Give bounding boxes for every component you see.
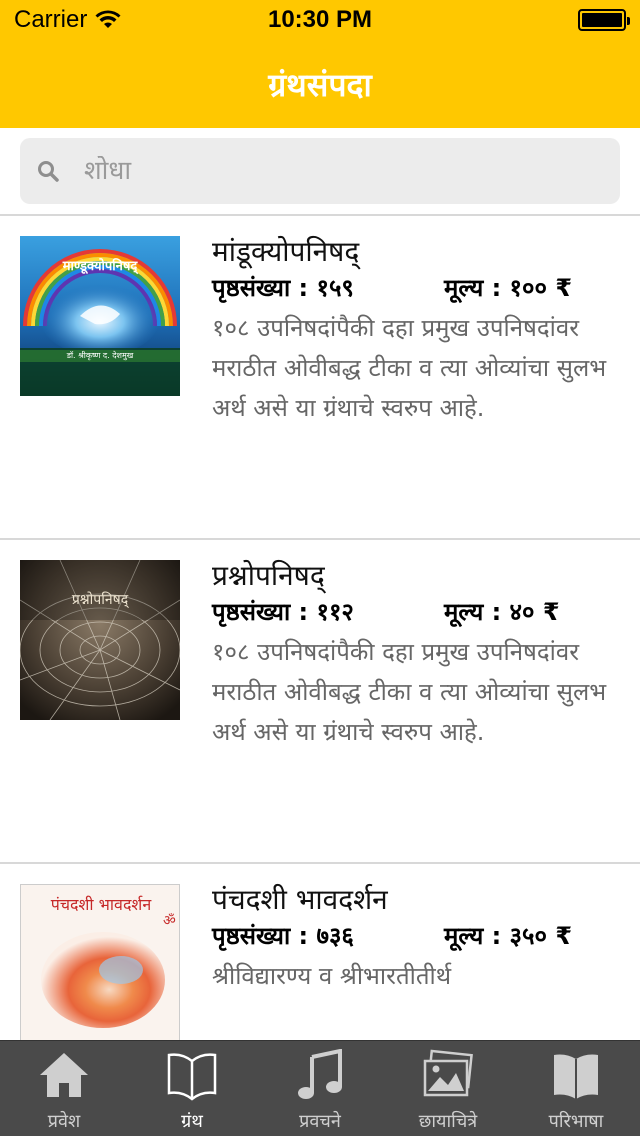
- music-note-icon: [298, 1049, 342, 1099]
- search-area: [0, 128, 640, 216]
- page-title: ग्रंथसंपदा: [268, 65, 372, 104]
- status-time: 10:30 PM: [267, 6, 373, 33]
- tab-home[interactable]: प्रवेश: [0, 1041, 128, 1136]
- book-meta: पृष्ठसंख्या : ११२ मूल्य : ४० ₹: [212, 596, 622, 628]
- battery-icon: [578, 9, 630, 31]
- book-price: मूल्य : ४० ₹: [444, 598, 560, 626]
- book-page-count: पृष्ठसंख्या : ७३६: [212, 922, 354, 950]
- photos-icon: [423, 1049, 473, 1097]
- tab-label: प्रवचने: [299, 1111, 341, 1132]
- status-bar: Carrier 10:30 PM: [0, 0, 640, 40]
- svg-text:ॐ: ॐ: [163, 913, 176, 929]
- navigation-bar: ग्रंथसंपदा: [0, 40, 640, 128]
- tab-label: छायाचित्रे: [418, 1111, 478, 1132]
- book-cover-image: प्रश्नोपनिषद्: [20, 560, 180, 720]
- book-page-count: पृष्ठसंख्या : १५९: [212, 274, 354, 302]
- book-cover-image: माण्डूक्योपनिषद् डॉ. श्रीकृष्ण द. देशमुख: [20, 236, 180, 396]
- book-details: पंचदशी भावदर्शन पृष्ठसंख्या : ७३६ मूल्य …: [212, 880, 622, 996]
- book-title: पंचदशी भावदर्शन: [212, 883, 388, 916]
- tab-discourses[interactable]: प्रवचने: [256, 1041, 384, 1136]
- search-icon: [38, 161, 59, 182]
- book-page-count: पृष्ठसंख्या : ११२: [212, 598, 354, 626]
- dictionary-icon: [554, 1054, 598, 1099]
- book-row[interactable]: ॐ पंचदशी भावदर्शन पंचदशी भावदर्शन पृष्ठस…: [0, 864, 640, 1040]
- book-description: १०८ उपनिषदांपैकी दहा प्रमुख उपनिषदांवर म…: [212, 314, 607, 422]
- search-box[interactable]: [20, 138, 620, 204]
- book-list[interactable]: माण्डूक्योपनिषद् डॉ. श्रीकृष्ण द. देशमुख…: [0, 216, 640, 1040]
- search-input[interactable]: [84, 156, 620, 186]
- book-price: मूल्य : ३५० ₹: [444, 922, 573, 950]
- book-cover-title: पंचदशी भावदर्शन: [50, 895, 152, 914]
- book-cover-title: प्रश्नोपनिषद्: [71, 592, 129, 608]
- book-description: श्रीविद्यारण्य व श्रीभारतीतीर्थ: [212, 962, 452, 990]
- carrier-label: Carrier: [14, 6, 88, 33]
- book-meta: पृष्ठसंख्या : १५९ मूल्य : १०० ₹: [212, 272, 622, 304]
- battery-fill: [582, 13, 622, 27]
- status-right: [426, 9, 630, 31]
- tab-bar: प्रवेश ग्रंथ प्रवचने छायाचित्रे परिभाषा: [0, 1040, 640, 1136]
- book-cover-title: माण्डूक्योपनिषद्: [62, 259, 138, 274]
- home-icon: [40, 1053, 88, 1097]
- tab-label: ग्रंथ: [181, 1111, 203, 1132]
- tab-glossary[interactable]: परिभाषा: [512, 1041, 640, 1136]
- tab-books[interactable]: ग्रंथ: [128, 1041, 256, 1136]
- wifi-icon: [95, 10, 121, 28]
- tab-label: प्रवेश: [47, 1111, 81, 1132]
- book-row[interactable]: माण्डूक्योपनिषद् डॉ. श्रीकृष्ण द. देशमुख…: [0, 216, 640, 540]
- book-cover-author: डॉ. श्रीकृष्ण द. देशमुख: [66, 351, 134, 360]
- book-title: मांडूक्योपनिषद्: [212, 235, 360, 268]
- status-left: Carrier: [14, 6, 214, 34]
- book-title: प्रश्नोपनिषद्: [212, 559, 325, 592]
- book-price: मूल्य : १०० ₹: [444, 274, 573, 302]
- book-open-icon: [167, 1053, 217, 1101]
- book-cover-image: ॐ पंचदशी भावदर्शन: [20, 884, 180, 1040]
- book-row[interactable]: प्रश्नोपनिषद् प्रश्नोपनिषद् पृष्ठसंख्या …: [0, 540, 640, 864]
- tab-photos[interactable]: छायाचित्रे: [384, 1041, 512, 1136]
- book-details: मांडूक्योपनिषद् पृष्ठसंख्या : १५९ मूल्य …: [212, 232, 622, 428]
- tab-label: परिभाषा: [548, 1111, 604, 1132]
- book-details: प्रश्नोपनिषद् पृष्ठसंख्या : ११२ मूल्य : …: [212, 556, 622, 752]
- book-meta: पृष्ठसंख्या : ७३६ मूल्य : ३५० ₹: [212, 920, 622, 952]
- book-description: १०८ उपनिषदांपैकी दहा प्रमुख उपनिषदांवर म…: [212, 638, 607, 746]
